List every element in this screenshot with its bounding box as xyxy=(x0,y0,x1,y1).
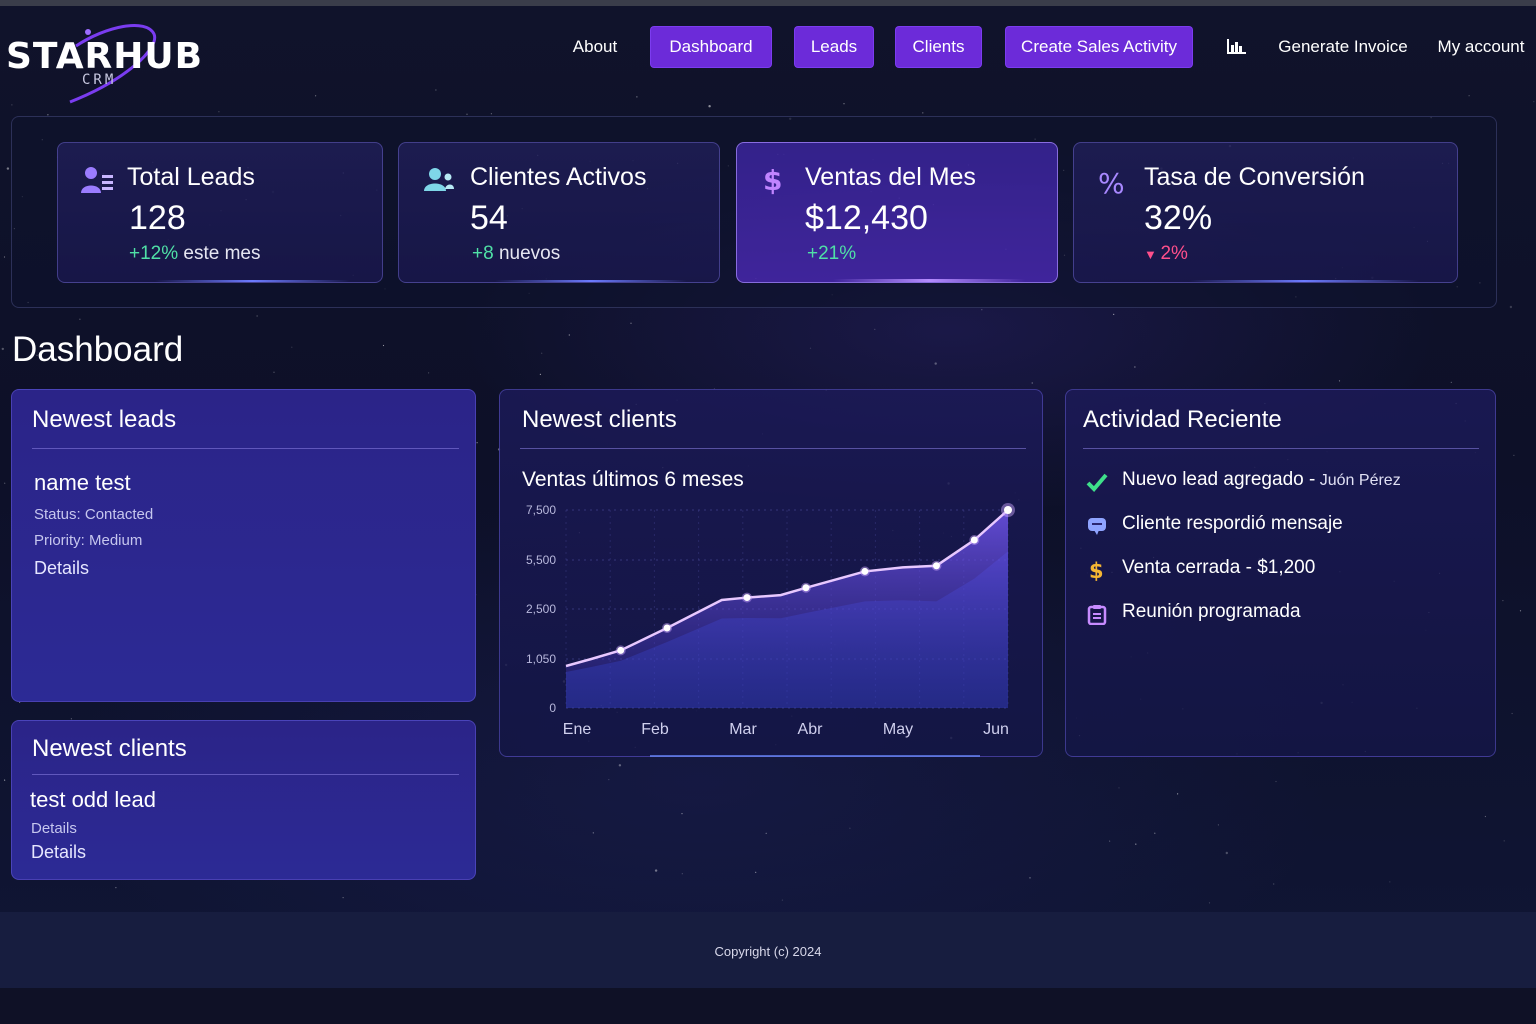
stat-card-clientes-activos[interactable]: Clientes Activos 54 +8 nuevos xyxy=(398,142,720,283)
card-title: Newest clients xyxy=(32,735,187,762)
down-triangle-icon: ▼ xyxy=(1144,247,1161,262)
brand-sub: CRM xyxy=(82,72,117,88)
user-group-icon xyxy=(424,168,454,191)
lead-details-link[interactable]: Details xyxy=(34,558,89,579)
newest-clients-card: Newest clients test odd lead Details Det… xyxy=(11,720,476,880)
card-glow xyxy=(1188,280,1419,282)
nav-leads[interactable]: Leads xyxy=(795,27,873,67)
percent-icon: % xyxy=(1098,167,1125,199)
clipboard-icon xyxy=(1087,605,1107,625)
stat-value: 128 xyxy=(129,199,186,237)
dollar-icon: $ xyxy=(1089,559,1104,581)
stat-delta-suffix: nuevos xyxy=(493,243,561,264)
data-point xyxy=(663,624,671,632)
card-glow xyxy=(155,280,350,282)
divider xyxy=(32,448,459,449)
stat-delta: +8 nuevos xyxy=(472,243,560,265)
activity-main: Nuevo lead agregado - xyxy=(1122,469,1316,490)
data-point xyxy=(1004,506,1012,514)
data-point xyxy=(970,536,978,544)
users-list-icon xyxy=(81,167,113,193)
dollar-icon: $ xyxy=(763,164,782,197)
x-tick-label: Ene xyxy=(563,721,592,738)
x-tick-label: May xyxy=(883,721,913,738)
bar-chart-icon[interactable] xyxy=(1225,37,1247,57)
top-nav: About Dashboard Leads Clients Create Sal… xyxy=(0,27,1536,67)
client-name: test odd lead xyxy=(30,787,156,812)
divider xyxy=(1083,448,1479,449)
nav-create-sales-activity[interactable]: Create Sales Activity xyxy=(1006,27,1192,67)
y-tick-label: 2,500 xyxy=(526,602,556,616)
stat-delta-value: +21% xyxy=(807,243,857,264)
stat-delta-value: 2% xyxy=(1160,243,1188,264)
nav-clients[interactable]: Clients xyxy=(896,27,981,67)
client-details-link[interactable]: Details xyxy=(31,820,77,837)
recent-activity-card: Actividad Reciente Nuevo lead agregado -… xyxy=(1065,389,1496,757)
stat-label: Clientes Activos xyxy=(470,163,647,191)
footer: Copyright (c) 2024 xyxy=(0,912,1536,988)
copyright-text: Copyright (c) 2024 xyxy=(714,944,822,959)
stat-delta: +21% xyxy=(807,243,856,265)
stat-delta-value: +12% xyxy=(129,243,179,264)
stat-label: Total Leads xyxy=(127,163,255,191)
bottom-bar xyxy=(0,988,1536,1024)
nav-generate-invoice[interactable]: Generate Invoice xyxy=(1272,27,1414,67)
card-glow xyxy=(495,280,687,282)
lead-name: name test xyxy=(34,470,131,495)
activity-extra: Juón Pérez xyxy=(1315,472,1401,489)
data-point xyxy=(617,646,625,654)
y-tick-label: 1,050 xyxy=(526,652,556,666)
x-tick-label: Jun xyxy=(983,721,1009,738)
page-title: Dashboard xyxy=(12,330,184,369)
divider xyxy=(32,774,459,775)
lead-status: Status: Contacted xyxy=(34,506,154,523)
stat-value: $12,430 xyxy=(805,199,928,237)
lead-priority: Priority: Medium xyxy=(34,532,143,549)
x-tick-label: Mar xyxy=(729,721,757,738)
sales-chart: 7,500 5,500 2,500 1,050 0 Ene Feb Mar Abr May Jun xyxy=(526,503,1015,757)
card-title: Actividad Reciente xyxy=(1083,406,1282,433)
activity-text: Venta cerrada - $1,200 xyxy=(1122,557,1316,578)
window-top-edge xyxy=(0,0,1536,6)
nav-dashboard[interactable]: Dashboard xyxy=(651,27,771,67)
x-tick-label: Feb xyxy=(641,721,669,738)
card-title: Newest leads xyxy=(32,406,177,433)
check-icon xyxy=(1086,473,1108,492)
stat-delta-suffix: este mes xyxy=(178,243,261,264)
data-point xyxy=(932,562,940,570)
svg-text:%: % xyxy=(1098,167,1125,199)
y-tick-label: 5,500 xyxy=(526,553,556,567)
data-point xyxy=(861,567,869,575)
stat-card-total-leads[interactable]: Total Leads 128 +12% este mes xyxy=(57,142,383,283)
svg-text:$: $ xyxy=(763,164,782,197)
stat-label: Ventas del Mes xyxy=(805,163,976,191)
activity-text: Cliente respordió mensaje xyxy=(1122,513,1343,534)
y-tick-label: 7,500 xyxy=(526,503,556,517)
client-details-link[interactable]: Details xyxy=(31,842,86,863)
svg-text:$: $ xyxy=(1089,559,1104,581)
chat-icon xyxy=(1088,518,1106,535)
stat-value: 54 xyxy=(470,199,508,237)
data-point xyxy=(802,584,810,592)
stat-label: Tasa de Conversión xyxy=(1144,163,1365,191)
stat-value: 32% xyxy=(1144,199,1213,237)
sales-chart-card: Newest clients Ventas últimos 6 meses 7,… xyxy=(499,389,1043,757)
y-tick-label: 0 xyxy=(549,701,556,715)
stat-delta-value: +8 xyxy=(472,243,494,264)
nav-about[interactable]: About xyxy=(560,27,630,67)
newest-leads-card: Newest leads name test Status: Contacted… xyxy=(11,389,476,702)
activity-text: Nuevo lead agregado - Juón Pérez xyxy=(1122,469,1401,491)
card-glow xyxy=(833,279,1025,282)
stat-card-tasa-de-conversion[interactable]: % Tasa de Conversión 32% ▼ 2% xyxy=(1073,142,1458,283)
data-point xyxy=(743,594,751,602)
activity-text: Reunión programada xyxy=(1122,601,1301,622)
stat-delta: ▼ 2% xyxy=(1144,243,1188,265)
stat-card-ventas-del-mes[interactable]: $ Ventas del Mes $12,430 +21% xyxy=(736,142,1058,283)
stat-delta: +12% este mes xyxy=(129,243,261,265)
x-tick-label: Abr xyxy=(798,721,824,738)
nav-my-account[interactable]: My account xyxy=(1428,27,1534,67)
